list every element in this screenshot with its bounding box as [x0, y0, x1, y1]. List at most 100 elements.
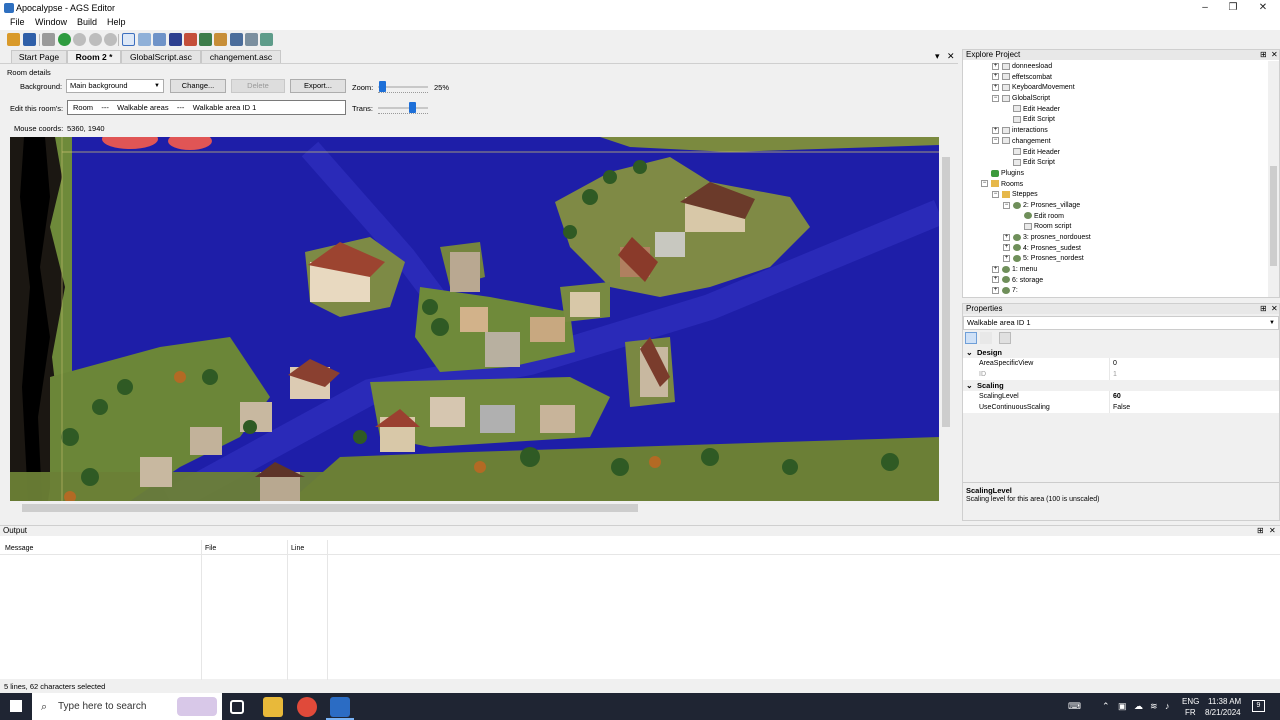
expand-icon[interactable]: +: [1003, 244, 1010, 252]
menu-window[interactable]: Window: [35, 17, 67, 27]
chrome-icon[interactable]: [297, 697, 317, 717]
file-explorer-icon[interactable]: [263, 697, 283, 717]
property-row[interactable]: AreaSpecificView 0: [963, 358, 1279, 369]
tree-item[interactable]: Edit Header: [967, 148, 1267, 159]
pin-icon[interactable]: ⊞: [1260, 50, 1267, 59]
expand-icon[interactable]: +: [992, 265, 999, 273]
export-button[interactable]: Export...: [290, 79, 346, 93]
trans-slider-thumb[interactable]: [409, 102, 416, 113]
tree-item[interactable]: − 2: Prosnes_village: [967, 201, 1267, 212]
expand-icon[interactable]: +: [992, 84, 999, 92]
greyed-out-icon[interactable]: [245, 33, 258, 46]
run-icon[interactable]: [58, 33, 71, 46]
property-value[interactable]: 60: [1113, 391, 1121, 402]
property-category[interactable]: ⌄ Design: [963, 347, 1279, 358]
pin-icon[interactable]: ⊞: [1260, 304, 1267, 313]
expand-icon[interactable]: +: [992, 126, 999, 134]
vscroll-thumb[interactable]: [942, 157, 950, 427]
fill-icon[interactable]: [184, 33, 197, 46]
tab-list-dropdown-icon[interactable]: ▾: [935, 51, 940, 62]
expand-icon[interactable]: +: [1003, 255, 1010, 263]
tab-start-page[interactable]: Start Page: [11, 50, 67, 63]
delete-button[interactable]: Delete: [231, 79, 285, 93]
pin-icon[interactable]: ⊞: [1257, 526, 1264, 535]
menu-build[interactable]: Build: [77, 17, 97, 27]
tree-item[interactable]: − Rooms: [967, 180, 1267, 191]
tree-item[interactable]: Plugins: [967, 169, 1267, 180]
open-icon[interactable]: [7, 33, 20, 46]
collapse-icon[interactable]: ⌄: [963, 347, 977, 358]
property-value[interactable]: 1: [1113, 369, 1117, 380]
room-canvas[interactable]: [10, 137, 939, 501]
import-mask-icon[interactable]: [214, 33, 227, 46]
hscroll-thumb[interactable]: [22, 504, 638, 512]
close-tab-icon[interactable]: ✕: [947, 51, 955, 62]
tree-item[interactable]: Edit Header: [967, 105, 1267, 116]
expand-icon[interactable]: +: [992, 73, 999, 81]
background-select[interactable]: Main background ▼: [66, 79, 164, 93]
tab-globalscript[interactable]: GlobalScript.asc *: [121, 50, 201, 72]
tree-item[interactable]: Edit room: [967, 212, 1267, 223]
build-icon[interactable]: [42, 33, 55, 46]
tree-item[interactable]: − GlobalScript: [967, 94, 1267, 105]
tree-item[interactable]: − changement: [967, 137, 1267, 148]
notification-icon[interactable]: 9: [1252, 700, 1265, 712]
maximize-button[interactable]: ❐: [1216, 0, 1250, 16]
tab-room-2[interactable]: Room 2 *: [67, 50, 121, 63]
property-value[interactable]: 0: [1113, 358, 1117, 369]
expand-icon[interactable]: +: [992, 276, 999, 284]
clock-time[interactable]: 11:38 AM: [1208, 697, 1241, 706]
column-file[interactable]: File: [205, 545, 216, 552]
close-pane-icon[interactable]: ✕: [1271, 304, 1278, 313]
search-box[interactable]: ⌕ Type here to search: [32, 693, 222, 720]
tab-changement[interactable]: changement.asc: [201, 50, 281, 63]
expand-icon[interactable]: +: [1003, 233, 1010, 241]
collapse-icon[interactable]: ⌄: [963, 380, 977, 391]
edit-path-field[interactable]: Room --- Walkable areas --- Walkable are…: [67, 100, 346, 115]
collapse-icon[interactable]: −: [1003, 201, 1010, 209]
canvas-vertical-scrollbar[interactable]: [940, 137, 952, 501]
property-value[interactable]: False: [1113, 402, 1130, 413]
column-message[interactable]: Message: [5, 545, 33, 552]
tree-item[interactable]: − Steppes: [967, 190, 1267, 201]
alphabetical-icon[interactable]: [980, 332, 992, 344]
tree-item[interactable]: +3: prosnes_nordouest: [967, 233, 1267, 244]
close-pane-icon[interactable]: ✕: [1271, 50, 1278, 59]
property-row[interactable]: ID 1: [963, 369, 1279, 380]
property-category[interactable]: ⌄ Scaling: [963, 380, 1279, 391]
undo-icon[interactable]: [199, 33, 212, 46]
explore-scrollbar[interactable]: [1268, 61, 1279, 297]
cloud-icon[interactable]: ☁: [1134, 701, 1143, 712]
zoom-slider[interactable]: [378, 80, 430, 94]
tree-item[interactable]: Edit Script: [967, 158, 1267, 169]
object-selector[interactable]: Walkable area ID 1 ▼: [963, 316, 1279, 330]
canvas-horizontal-scrollbar[interactable]: [10, 502, 939, 514]
close-pane-icon[interactable]: ✕: [1269, 526, 1276, 535]
debug-step-icon[interactable]: [104, 33, 117, 46]
categorized-icon[interactable]: [965, 332, 977, 344]
rectangle-icon[interactable]: [169, 33, 182, 46]
property-row[interactable]: ScalingLevel 60: [963, 391, 1279, 402]
volume-icon[interactable]: ♪: [1165, 701, 1170, 711]
task-view-icon[interactable]: [230, 700, 244, 714]
tree-item[interactable]: +6: storage: [967, 276, 1267, 287]
device-icon[interactable]: ▣: [1118, 701, 1127, 712]
clock-date[interactable]: 8/21/2024: [1205, 708, 1241, 717]
expand-icon[interactable]: +: [992, 62, 999, 70]
column-line[interactable]: Line: [291, 545, 304, 552]
select-area-icon[interactable]: [122, 33, 135, 46]
copy-mask-icon[interactable]: [230, 33, 243, 46]
collapse-icon[interactable]: −: [992, 94, 999, 102]
collapse-icon[interactable]: −: [992, 137, 999, 145]
tree-item[interactable]: + KeyboardMovement: [967, 83, 1267, 94]
windows-start-icon[interactable]: [10, 700, 22, 712]
debug-pause-icon[interactable]: [73, 33, 86, 46]
tree-item[interactable]: +7:: [967, 286, 1267, 297]
language-secondary[interactable]: FR: [1185, 708, 1196, 717]
settings-icon[interactable]: [260, 33, 273, 46]
tree-item[interactable]: Edit Script: [967, 115, 1267, 126]
tree-item[interactable]: Room script: [967, 222, 1267, 233]
show-hidden-icons-icon[interactable]: ⌃: [1102, 701, 1110, 712]
collapse-icon[interactable]: −: [992, 190, 999, 198]
tree-item[interactable]: +4: Prosnes_sudest: [967, 244, 1267, 255]
